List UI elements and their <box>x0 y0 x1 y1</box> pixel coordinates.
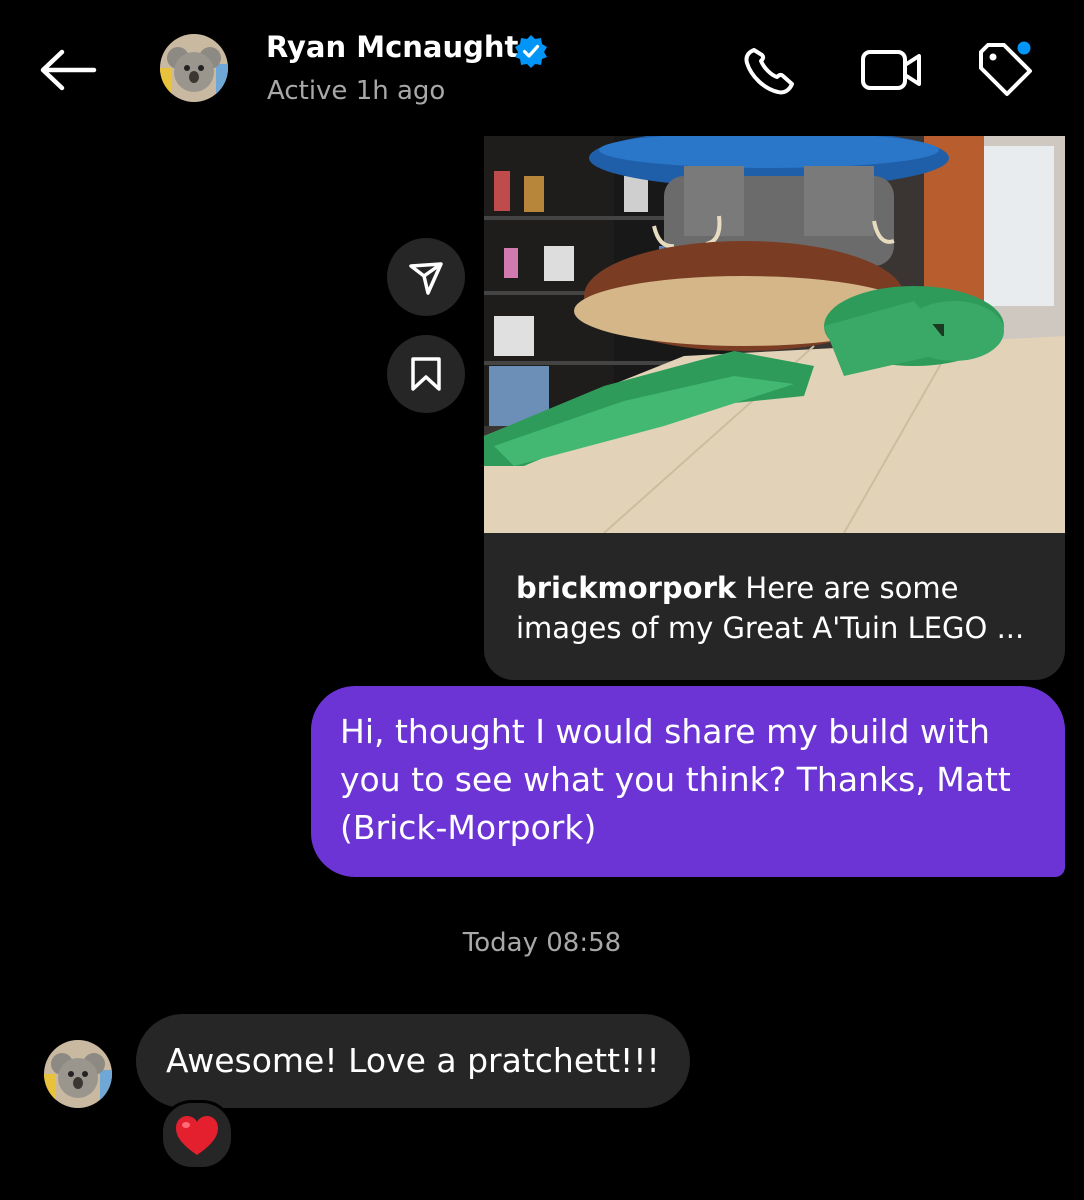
shared-post[interactable]: brickmorpork Here are some images of my … <box>484 136 1065 680</box>
save-button[interactable] <box>387 335 465 413</box>
verified-icon <box>514 34 548 68</box>
active-status: Active 1h ago <box>267 76 446 106</box>
share-icon <box>409 262 443 295</box>
post-caption: brickmorpork Here are some images of my … <box>516 568 1041 648</box>
reaction-badge[interactable] <box>160 1100 234 1170</box>
back-arrow-icon <box>40 49 97 91</box>
video-call-button[interactable] <box>860 44 924 96</box>
koala-avatar-image <box>160 34 228 102</box>
post-username[interactable]: brickmorpork <box>516 571 736 605</box>
heart-icon <box>176 1116 218 1155</box>
share-button[interactable] <box>387 238 465 316</box>
bookmark-icon <box>411 357 441 391</box>
video-camera-icon <box>861 50 921 90</box>
audio-call-button[interactable] <box>742 44 798 96</box>
tag-button[interactable] <box>974 38 1038 98</box>
sent-message-text: Hi, thought I would share my build with … <box>340 712 1011 847</box>
received-message-bubble[interactable]: Awesome! Love a pratchett!!! <box>136 1014 690 1108</box>
back-button[interactable] <box>38 48 98 92</box>
sent-message-bubble[interactable]: Hi, thought I would share my build with … <box>311 686 1065 877</box>
avatar[interactable] <box>44 1040 112 1108</box>
notification-dot <box>1014 38 1034 58</box>
avatar[interactable] <box>160 34 228 102</box>
koala-avatar-image <box>44 1040 112 1108</box>
tag-icon <box>979 38 1034 96</box>
received-message-text: Awesome! Love a pratchett!!! <box>166 1041 660 1080</box>
message-timestamp: Today 08:58 <box>462 928 622 958</box>
phone-icon <box>744 48 794 95</box>
contact-name[interactable]: Ryan Mcnaught <box>266 30 518 64</box>
post-image <box>484 136 1065 533</box>
